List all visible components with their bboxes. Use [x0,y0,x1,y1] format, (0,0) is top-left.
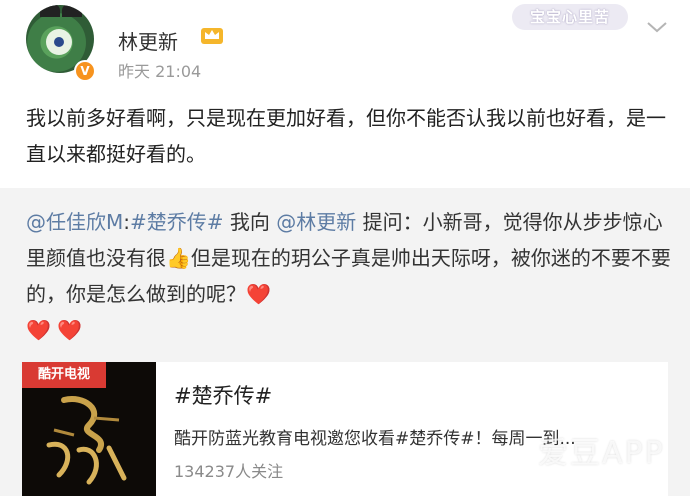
topic-cover-image: 酷开电视 [22,362,156,496]
avatar-eye [46,29,72,55]
username[interactable]: 林更新 [118,26,178,55]
app-watermark: 爱豆APP [538,436,665,471]
topic-title[interactable]: #楚乔传# [174,380,272,410]
ask-prefix: 我向 [223,210,277,234]
verified-icon: V [74,60,96,82]
chevron-down-icon[interactable] [646,20,668,34]
topic-tag-link[interactable]: #楚乔传# [130,210,224,234]
mention-colon: : [123,210,131,234]
fan-badge: 宝宝心里苦 [512,4,628,30]
thumbs-up-icon: 👍 [166,246,191,270]
heart-icon: ❤️ [246,282,271,306]
target-mention-link[interactable]: @林更新 [276,210,356,234]
cover-calligraphy-art [46,396,127,485]
cover-tag: 酷开电视 [22,362,106,388]
avatar-ear [40,5,60,17]
post-time: 昨天 21:04 [118,62,202,81]
post-header: V 林更新 昨天 21:04 宝宝心里苦 [0,0,690,92]
author-mention-link[interactable]: @任佳欣M [26,210,123,234]
post-text: 我以前多好看啊，只是现在更加好看，但你不能否认我以前也好看，是一直以来都挺好看的… [26,106,666,166]
avatar-ear [62,5,82,17]
heart-icon: ❤️ [57,318,83,342]
topic-followers: 134237人关注 [174,462,284,481]
crown-icon[interactable] [200,24,224,46]
heart-icon: ❤️ [26,318,51,342]
retweet-text: @任佳欣M:#楚乔传# 我向 @林更新 提问：小新哥，觉得你从步步惊心里颜值也没… [26,204,676,348]
